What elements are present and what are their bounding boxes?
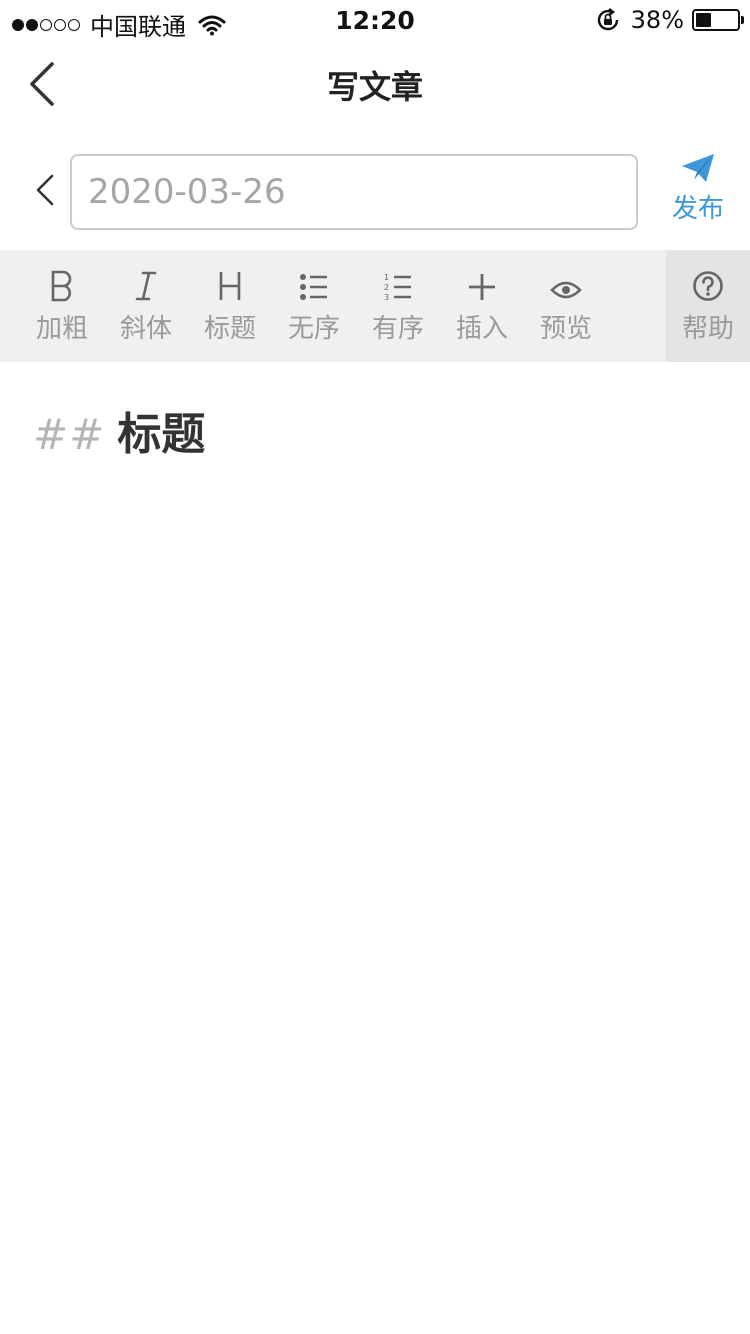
svg-text:3: 3	[384, 293, 389, 302]
eye-icon	[550, 281, 582, 299]
unordered-list-label: 无序	[287, 314, 340, 344]
heading-marker: ##	[33, 410, 106, 459]
ordered-list-icon: 1 2 3	[384, 273, 411, 302]
publish-label: 发布	[671, 194, 724, 224]
status-right: 38%	[595, 6, 744, 34]
svg-text:2: 2	[384, 283, 389, 292]
paper-plane-icon	[682, 154, 714, 182]
ordered-list-button[interactable]: 1 2 3 有序	[356, 250, 440, 362]
publish-button[interactable]: 发布	[662, 152, 734, 228]
question-circle-icon	[693, 271, 723, 301]
insert-label: 插入	[455, 314, 508, 344]
heading-icon	[219, 272, 241, 300]
article-title-input[interactable]	[70, 154, 638, 230]
help-label: 帮助	[681, 314, 734, 344]
nav-bar: 写文章	[0, 40, 750, 128]
insert-button[interactable]: 插入	[440, 250, 524, 362]
battery-icon	[692, 9, 744, 31]
heading-button[interactable]: 标题	[188, 250, 272, 362]
italic-icon	[135, 271, 157, 301]
page-title: 写文章	[326, 68, 423, 106]
italic-label: 斜体	[119, 314, 172, 344]
battery-fill	[696, 13, 711, 27]
italic-button[interactable]: 斜体	[104, 250, 188, 362]
markdown-editor[interactable]: ## 标题	[0, 362, 750, 1334]
bold-icon	[51, 270, 72, 302]
unordered-list-icon	[300, 274, 327, 300]
ordered-list-label: 有序	[371, 314, 424, 344]
preview-button[interactable]: 预览	[524, 250, 608, 362]
battery-percent: 38%	[630, 6, 684, 34]
preview-label: 预览	[539, 314, 592, 344]
rotation-lock-icon	[597, 8, 618, 31]
unordered-list-button[interactable]: 无序	[272, 250, 356, 362]
bold-button[interactable]: 加粗	[20, 250, 104, 362]
article-title-row: 发布	[0, 128, 750, 250]
svg-text:1: 1	[384, 273, 389, 282]
write-article-screen: 中国联通 12:20 38% 写文章 2020-03-26 发布 加粗 斜体 标…	[0, 0, 750, 1334]
heading-text: 标题	[117, 409, 206, 460]
plus-icon	[469, 274, 495, 300]
help-button[interactable]: 帮助	[666, 250, 750, 362]
bold-label: 加粗	[35, 314, 88, 344]
markdown-toolbar: 加粗 斜体 标题 无序 1 2 3 有序 插入 预览 帮助	[0, 250, 750, 362]
chevron-left-icon[interactable]	[30, 172, 60, 208]
editor-heading-line[interactable]: ## 标题	[33, 398, 205, 462]
heading-label: 标题	[203, 314, 256, 344]
status-bar: 中国联通 12:20 38%	[0, 0, 750, 41]
